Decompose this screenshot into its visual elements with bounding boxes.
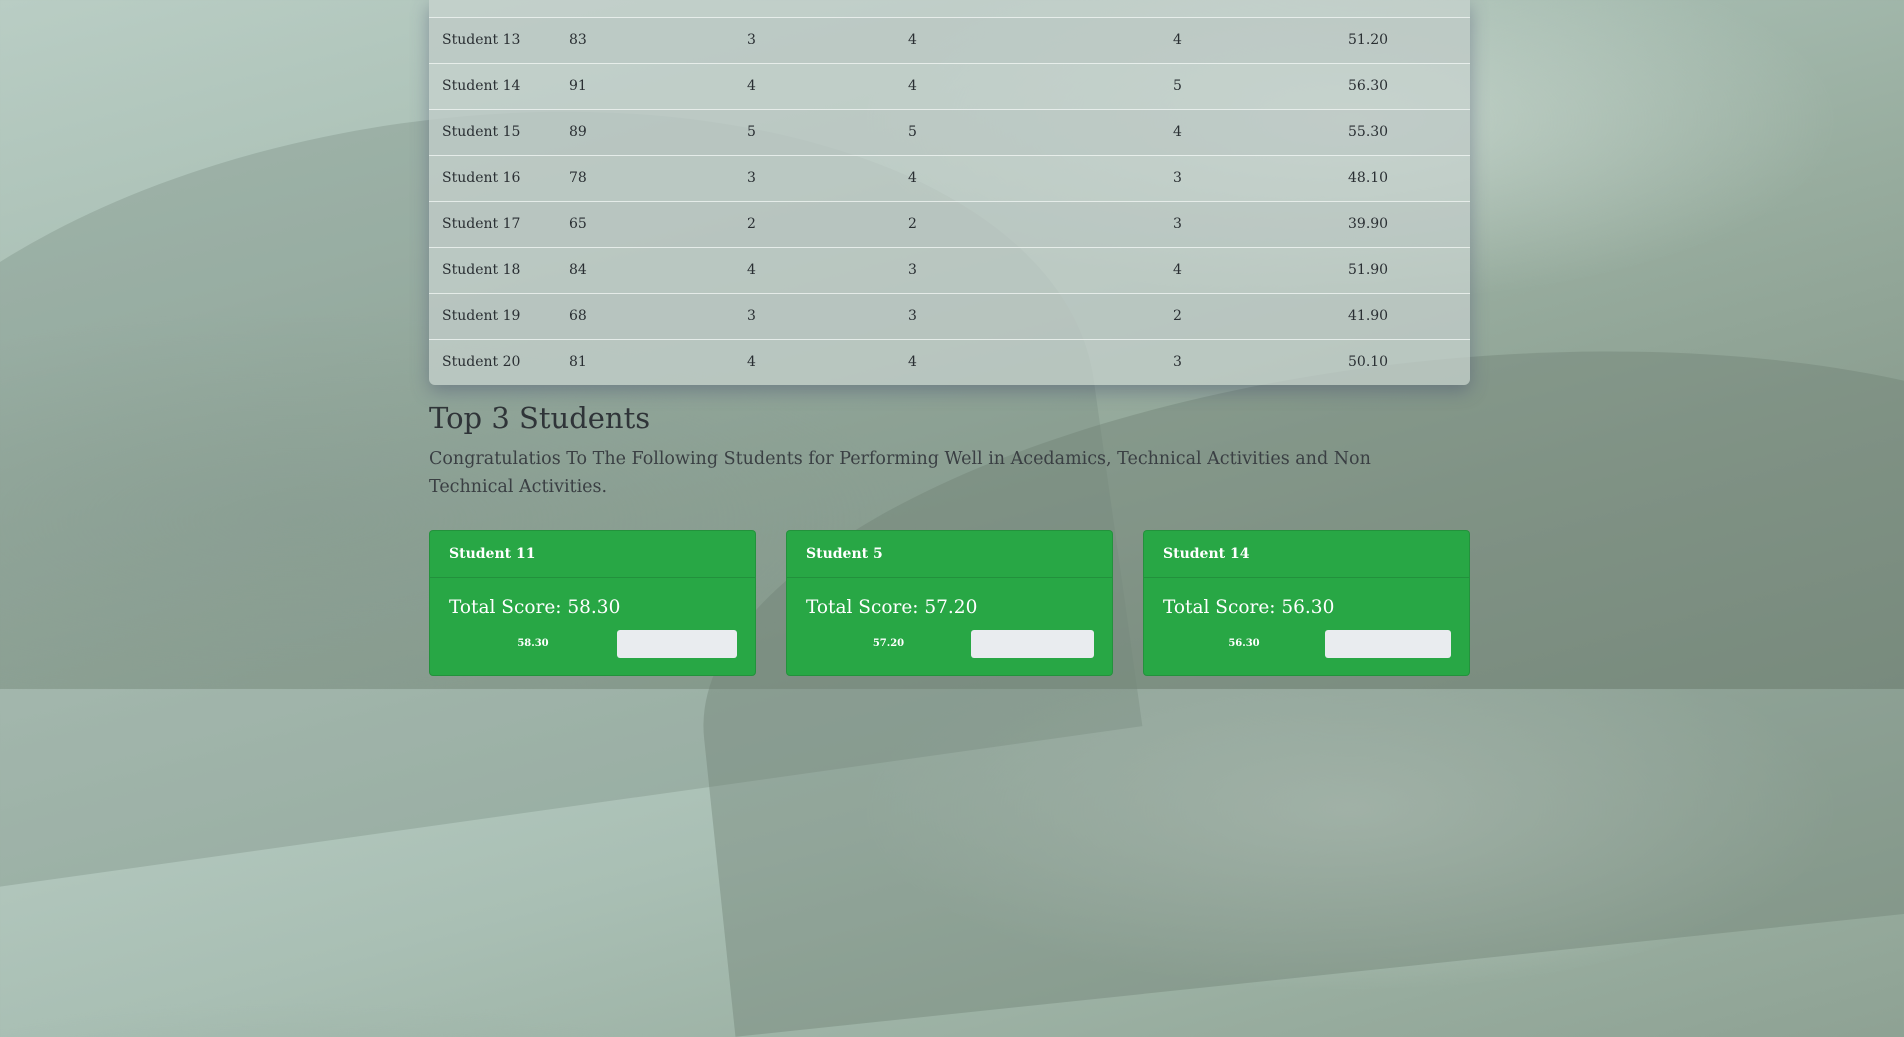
rating-cell: 4 <box>1173 262 1182 278</box>
progress-fill: 58.30 <box>449 630 617 658</box>
rating-cell: 4 <box>747 78 756 94</box>
marks-cell: 89 <box>569 124 587 140</box>
rating-cell: 3 <box>1173 354 1182 370</box>
student-name-cell: Student 17 <box>442 216 521 232</box>
score-progress-bar: 56.30 <box>1163 630 1451 658</box>
marks-cell: 78 <box>569 170 587 186</box>
rating-cell: 3 <box>747 170 756 186</box>
total-score-cell: 48.10 <box>1348 170 1389 186</box>
rating-cell: 2 <box>908 216 917 232</box>
student-card: Student 11 Total Score: 58.30 58.30 <box>429 530 756 676</box>
scores-table-section: Student 13 83 3 4 4 51.20 Student 14 91 … <box>429 0 1470 385</box>
total-score-cell: 41.90 <box>1348 308 1389 324</box>
rating-cell: 3 <box>1173 170 1182 186</box>
rating-cell: 2 <box>747 216 756 232</box>
card-body: Total Score: 56.30 56.30 <box>1144 578 1469 658</box>
student-name-cell: Student 14 <box>442 78 521 94</box>
marks-cell: 84 <box>569 262 587 278</box>
total-score-cell: 50.10 <box>1348 354 1389 370</box>
score-progress-bar: 57.20 <box>806 630 1094 658</box>
student-card: Student 5 Total Score: 57.20 57.20 <box>786 530 1113 676</box>
top-students-heading: Top 3 Students <box>429 401 651 435</box>
rating-cell: 3 <box>908 262 917 278</box>
rating-cell: 5 <box>1173 78 1182 94</box>
top-students-subtitle: Congratulatios To The Following Students… <box>429 449 1371 497</box>
progress-fill: 57.20 <box>806 630 971 658</box>
rating-cell: 3 <box>747 32 756 48</box>
student-name-cell: Student 13 <box>442 32 521 48</box>
marks-cell: 91 <box>569 78 587 94</box>
progress-remaining <box>1325 630 1451 658</box>
top-students-cards: Student 11 Total Score: 58.30 58.30 Stud… <box>429 530 1470 676</box>
rating-cell: 5 <box>908 124 917 140</box>
score-progress-bar: 58.30 <box>449 630 737 658</box>
progress-fill: 56.30 <box>1163 630 1325 658</box>
card-header: Student 14 <box>1144 531 1469 578</box>
table-row: Student 18 84 4 3 4 51.90 <box>429 247 1470 293</box>
rating-cell: 4 <box>1173 32 1182 48</box>
progress-label: 58.30 <box>517 638 549 649</box>
rating-cell: 2 <box>1173 308 1182 324</box>
progress-label: 57.20 <box>872 638 905 649</box>
marks-cell: 65 <box>569 216 587 232</box>
total-score-cell: 39.90 <box>1348 216 1389 232</box>
marks-cell: 83 <box>569 32 587 48</box>
rating-cell: 4 <box>908 170 917 186</box>
table-row: Student 14 91 4 4 5 56.30 <box>429 63 1470 109</box>
rating-cell: 4 <box>1173 124 1182 140</box>
total-score-cell: 55.30 <box>1348 124 1389 140</box>
rating-cell: 4 <box>747 262 756 278</box>
card-body: Total Score: 58.30 58.30 <box>430 578 755 658</box>
student-name-cell: Student 18 <box>442 262 521 278</box>
rating-cell: 3 <box>908 308 917 324</box>
total-score: Total Score: 56.30 <box>1163 597 1335 618</box>
total-score-cell: 51.90 <box>1348 262 1389 278</box>
rating-cell: 4 <box>747 354 756 370</box>
total-score-cell: 56.30 <box>1348 78 1389 94</box>
rating-cell: 3 <box>1173 216 1182 232</box>
marks-cell: 68 <box>569 308 587 324</box>
scores-table: Student 13 83 3 4 4 51.20 Student 14 91 … <box>429 0 1470 385</box>
progress-remaining <box>971 630 1094 658</box>
rating-cell: 4 <box>908 32 917 48</box>
student-name-cell: Student 19 <box>442 308 521 324</box>
table-row: Student 19 68 3 3 2 41.90 <box>429 293 1470 339</box>
rating-cell: 4 <box>908 78 917 94</box>
student-name-cell: Student 20 <box>442 354 521 370</box>
progress-remaining <box>617 630 737 658</box>
table-row: Student 20 81 4 4 3 50.10 <box>429 339 1470 385</box>
rating-cell: 4 <box>908 354 917 370</box>
table-row: Student 17 65 2 2 3 39.90 <box>429 201 1470 247</box>
rating-cell: 5 <box>747 124 756 140</box>
total-score-cell: 51.20 <box>1348 32 1389 48</box>
student-name-cell: Student 16 <box>442 170 521 186</box>
card-header: Student 5 <box>787 531 1112 578</box>
total-score: Total Score: 58.30 <box>449 597 621 618</box>
card-header: Student 11 <box>430 531 755 578</box>
rating-cell: 3 <box>747 308 756 324</box>
student-name-cell: Student 15 <box>442 124 521 140</box>
total-score: Total Score: 57.20 <box>806 597 978 618</box>
student-card: Student 14 Total Score: 56.30 56.30 <box>1143 530 1470 676</box>
table-row: Student 13 83 3 4 4 51.20 <box>429 17 1470 63</box>
table-row: Student 16 78 3 4 3 48.10 <box>429 155 1470 201</box>
table-row <box>429 0 1470 17</box>
marks-cell: 81 <box>569 354 587 370</box>
card-body: Total Score: 57.20 57.20 <box>787 578 1112 658</box>
progress-label: 56.30 <box>1228 638 1260 649</box>
table-row: Student 15 89 5 5 4 55.30 <box>429 109 1470 155</box>
